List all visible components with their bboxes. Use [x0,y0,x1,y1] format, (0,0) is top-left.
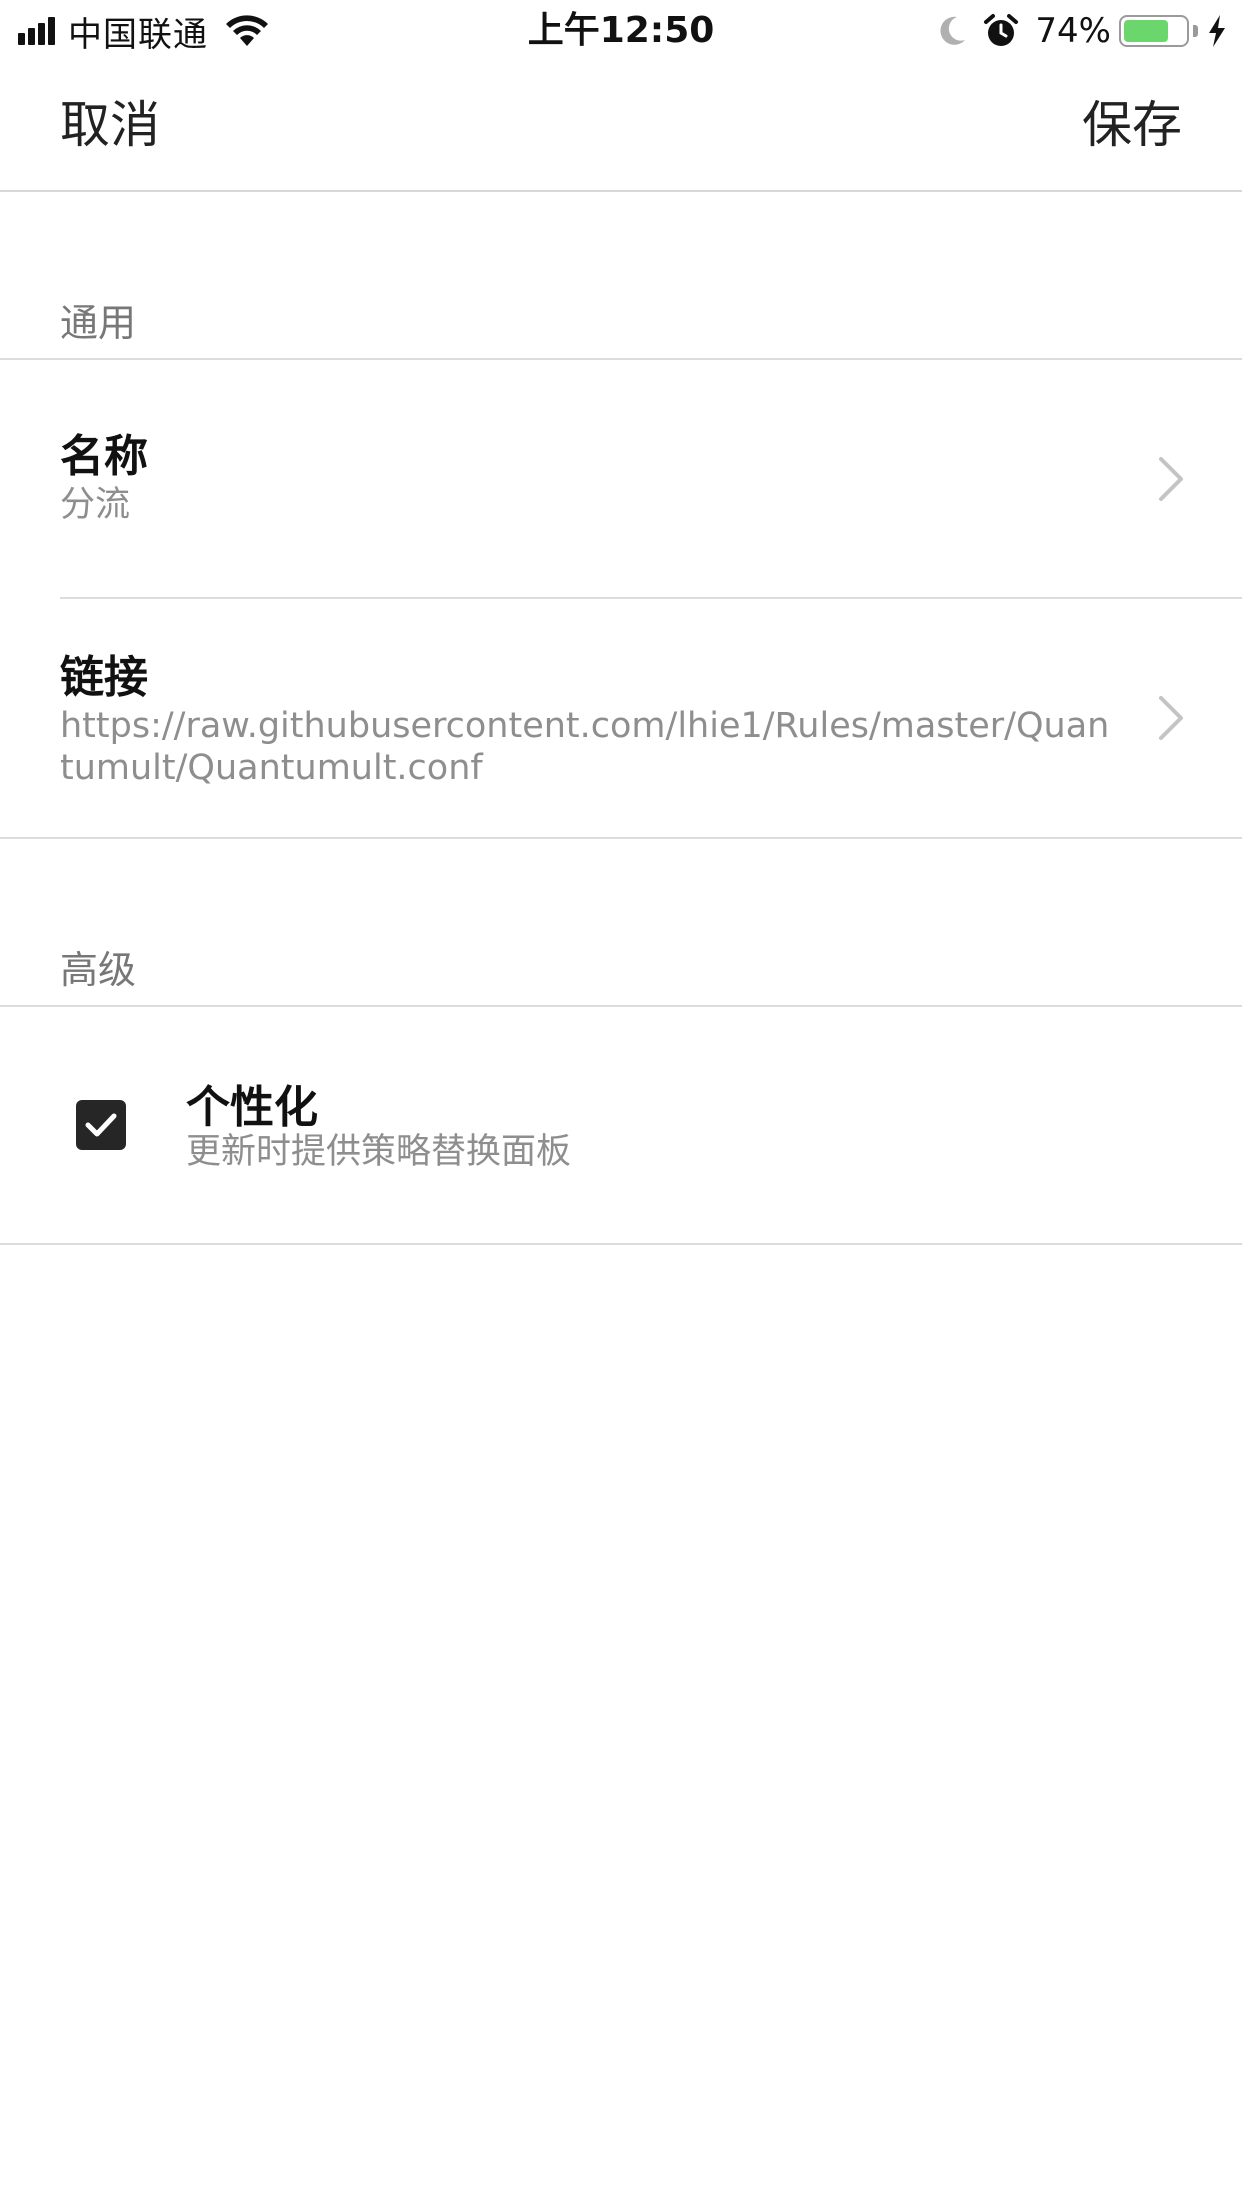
link-title: 链接 [60,652,148,703]
status-bar-right: 74% [937,8,1228,54]
charging-icon [1209,15,1225,47]
general-section-header: 通用 [0,192,1242,360]
battery-percent: 74% [1035,11,1111,51]
name-row[interactable]: 名称 分流 [0,360,1242,598]
personalize-title: 个性化 [186,1082,318,1133]
advanced-section-header: 高级 [0,839,1242,1007]
cancel-button[interactable]: 取消 [60,92,160,158]
personalize-subtitle: 更新时提供策略替换面板 [186,1132,572,1172]
navigation-bar: 取消 保存 [0,62,1242,192]
personalize-row[interactable]: 个性化 更新时提供策略替换面板 [0,1007,1242,1245]
alarm-icon [984,14,1019,46]
save-button[interactable]: 保存 [1082,92,1182,158]
status-bar: 中国联通 上午12:50 74% [0,0,1242,62]
chevron-right-icon [1159,457,1183,501]
advanced-section-title: 高级 [60,948,137,992]
link-row[interactable]: 链接 https://raw.githubusercontent.com/lhi… [0,599,1242,837]
name-value: 分流 [60,485,131,525]
name-title: 名称 [60,431,148,482]
link-value: https://raw.githubusercontent.com/lhie1/… [60,706,1110,788]
edit-policy-screen: 中国联通 上午12:50 74% 取消 保存 通用 名称 分流 链接 https… [0,0,1242,2208]
moon-icon [940,16,966,45]
general-section-title: 通用 [60,301,137,345]
battery-icon [1119,15,1189,47]
battery-cap [1193,25,1198,37]
chevron-right-icon [1159,696,1183,740]
battery-fill [1124,20,1168,42]
checkmark-icon [85,1113,117,1137]
personalize-checkbox[interactable] [76,1100,126,1150]
